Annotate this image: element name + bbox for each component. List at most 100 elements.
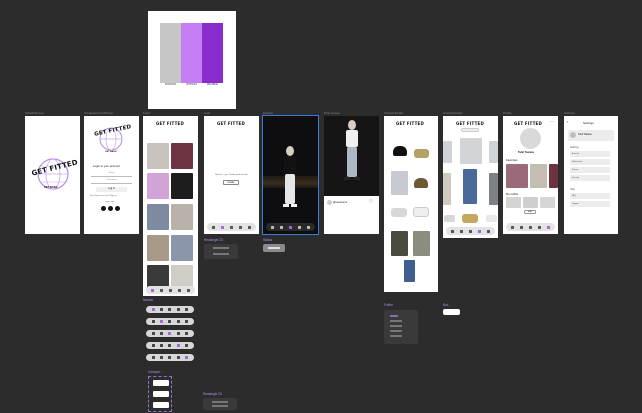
account-login-button[interactable]: Log in [96,187,127,192]
account-password-input[interactable]: Password [91,179,132,184]
splash-screen-frame[interactable]: GET FITTED GET BASIC [25,116,80,234]
feed-photo-4[interactable] [171,173,193,199]
closet2-hoodie-right[interactable] [489,141,498,163]
frame-label-closet-2[interactable]: Closet/Upload [443,111,462,115]
account-email-input[interactable]: Email [91,172,132,177]
explore-navbar[interactable] [266,223,315,231]
frame-label-explore[interactable]: Explore [263,111,273,115]
closet1-sneaker-1[interactable] [414,149,429,158]
closet1-jacket-2[interactable] [413,231,430,256]
lists-create-button[interactable]: Create [223,180,239,185]
status-label[interactable]: Status [263,238,272,242]
settings-row-faq[interactable]: FAQ [570,193,610,199]
color-palette-frame[interactable]: #C8C8C8 #C57EF3 #8A2BCE [148,11,236,109]
navbar-set-label[interactable]: Navbar [143,298,153,302]
button-comp-label[interactable]: But... [443,303,450,307]
feed-photo-8[interactable] [171,235,193,261]
closet2-sneaker-mid[interactable] [462,214,478,223]
heart-icon[interactable]: ♡ [369,200,373,205]
closet2-search-pill[interactable] [461,128,479,132]
settings-row-security[interactable]: Security [570,175,610,181]
profile-avatar[interactable] [520,128,541,149]
navbar-variant-4[interactable] [146,342,194,349]
closet1-cap-1[interactable] [393,146,407,156]
profile-fav-2[interactable] [530,164,547,188]
closet1-jeans[interactable] [404,260,415,282]
account-signup-link[interactable]: Don't have an account? Sign up [90,195,117,197]
closet2-pants-left[interactable] [443,173,451,205]
frame-label-splash[interactable]: SplashScreen [25,111,44,115]
frame-label-feed[interactable]: Feed [143,111,150,115]
settings-frame[interactable]: ‹ Settings Tanil Tsatsas Settings Accoun… [564,116,618,234]
closet1-hoodie-1[interactable] [391,171,408,195]
navbar-variant-1[interactable] [146,306,194,313]
feed-photo-2[interactable] [171,143,193,169]
back-arrow-icon[interactable]: ‹ [567,120,568,124]
closet2-navbar[interactable] [446,227,495,235]
folder-label[interactable]: Folder [384,303,393,307]
navbar-variant-3[interactable] [146,330,194,337]
feed-photo-6[interactable] [171,204,193,230]
closet2-hoodie-left[interactable] [443,141,452,163]
facebook-icon[interactable] [101,206,106,211]
feed-frame[interactable]: GET FITTED [143,116,198,296]
closet1-sneaker-3[interactable] [413,207,429,217]
frame-label-post[interactable]: Post screen [324,111,340,115]
rect23b-label[interactable]: Rectangle 23 [203,392,222,396]
post-avatar[interactable] [327,200,332,205]
profile-fav-3[interactable] [549,164,558,188]
rect23-component[interactable] [204,244,238,259]
explore-frame[interactable] [262,115,319,235]
closet2-jeans[interactable] [463,169,477,204]
profile-navbar[interactable] [506,223,555,231]
frame-label-closet-1[interactable]: Closet/Upload [384,111,403,115]
component-button-2[interactable] [153,391,169,397]
closet2-sneaker-right[interactable] [486,215,497,222]
settings-row-account[interactable]: Account [570,151,610,157]
frame-label-lists[interactable]: Lists [204,111,210,115]
post-frame[interactable]: @username ♡ [324,116,379,234]
navbar-variant-2[interactable] [146,318,194,325]
button-component[interactable] [443,309,460,315]
profile-fav-1[interactable] [506,164,528,188]
closet2-pants-right[interactable] [489,173,498,205]
component-button-3[interactable] [153,402,169,408]
frame-label-account[interactable]: CreateAccountScreen [84,111,113,115]
folder-component[interactable] [384,310,418,344]
profile-outfit-3[interactable] [540,197,555,208]
profile-outfit-1[interactable] [506,197,521,208]
closet1-jacket-1[interactable] [391,231,408,256]
feed-photo-7[interactable] [147,235,169,261]
settings-row-notifications[interactable]: Notifications [570,159,610,165]
status-component[interactable] [263,244,285,252]
settings-row-privacy[interactable]: Privacy [570,167,610,173]
twitter-icon[interactable] [115,206,120,211]
closet2-sneaker-left[interactable] [444,215,455,222]
rect23b-component[interactable] [203,398,237,410]
feed-photo-3[interactable] [147,173,169,199]
profile-edit-button[interactable]: Edit [524,210,536,214]
component-button-1[interactable] [153,380,169,386]
feed-photo-1[interactable] [147,143,169,169]
rect23-label[interactable]: Rectangle 23 [204,238,223,242]
feed-photo-5[interactable] [147,204,169,230]
closet-frame-1[interactable]: GET FITTED [384,116,438,292]
closet1-sneaker-2[interactable] [391,208,407,217]
settings-row-support[interactable]: Support [570,201,610,207]
google-icon[interactable] [108,206,113,211]
create-account-frame[interactable]: GET FITTED GET BASIC Login to your accou… [84,116,139,234]
frame-label-profile[interactable]: Profile [503,111,512,115]
closet1-cap-2[interactable] [414,178,428,188]
closet-frame-2[interactable]: GET FITTED [443,116,498,238]
lists-navbar[interactable] [207,223,256,231]
profile-menu-icon[interactable]: ⋯ [550,120,554,124]
post-username[interactable]: @username [333,201,347,204]
profile-outfit-2[interactable] [523,197,538,208]
navbar-variant-5[interactable] [146,354,194,361]
feed-navbar[interactable] [146,286,195,294]
component-set-label[interactable]: Compon... [148,370,163,374]
profile-frame[interactable]: GET FITTED ⋯ Tanil Tsatsas Favorites My … [503,116,558,234]
lists-frame[interactable]: GET FITTED No lists... yet. Create your … [204,116,259,234]
frame-label-settings[interactable]: Settings [564,111,575,115]
closet2-hoodie[interactable] [460,138,482,164]
